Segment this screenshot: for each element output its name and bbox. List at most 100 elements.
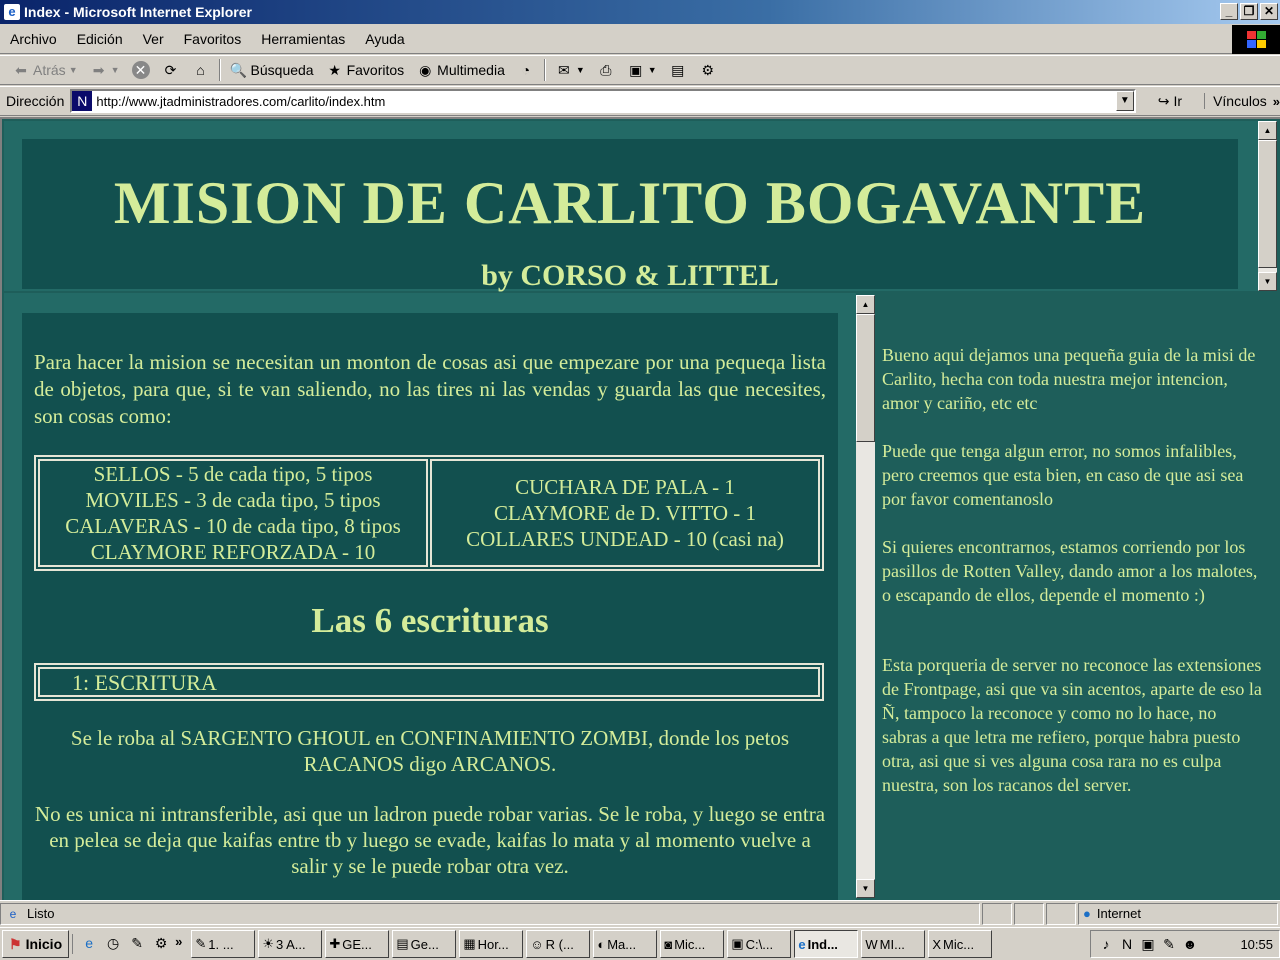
task-icon: ☀ [262, 936, 275, 951]
scroll-thumb[interactable] [856, 314, 875, 442]
search-icon: 🔍 [229, 62, 248, 78]
forward-dropdown-icon[interactable]: ▼ [111, 65, 120, 75]
task-icon: ◙ [664, 936, 673, 952]
print-icon: ⎙ [600, 62, 612, 78]
address-field[interactable]: N ▼ [70, 89, 1136, 113]
back-dropdown-icon[interactable]: ▼ [69, 65, 78, 75]
intro-text: Para hacer la mision se necesitan un mon… [34, 350, 826, 428]
network-icon[interactable]: ▣ [1139, 935, 1157, 953]
minimize-button[interactable]: _ [1220, 3, 1238, 20]
links-chevron-icon[interactable]: » [1273, 94, 1280, 109]
favorites-label: Favoritos [346, 62, 405, 78]
address-input[interactable] [96, 93, 1117, 109]
escritura-paragraph-2: No es unica ni intransferible, asi que u… [34, 802, 826, 878]
taskbar-item[interactable]: ☀ 3 A... [258, 930, 323, 958]
go-button[interactable]: ↪ Ir [1136, 93, 1192, 110]
network-quicklaunch-icon[interactable]: ⚙ [151, 934, 171, 954]
refresh-button[interactable]: ⟳ [156, 57, 186, 83]
taskbar-item[interactable]: ▤ Ge... [392, 930, 457, 958]
quicklaunch-chevron-icon[interactable]: » [175, 934, 182, 954]
page-viewport: MISION DE CARLITO BOGAVANTE by CORSO & L… [0, 117, 1280, 900]
list-item: CLAYMORE REFORZADA - 10 [90, 540, 376, 564]
scroll-up-arrow-icon[interactable]: ▲ [856, 295, 875, 314]
escritura-header: 1: ESCRITURA [34, 663, 824, 701]
antivirus-icon[interactable]: N [1118, 935, 1136, 953]
window-title: Index - Microsoft Internet Explorer [24, 4, 252, 20]
ie-icon: e [4, 4, 20, 20]
messenger-tray-icon[interactable]: ☻ [1181, 935, 1199, 953]
mail-button[interactable]: ✉ ▼ [549, 57, 591, 83]
taskbar-item-active[interactable]: e Ind... [794, 930, 859, 958]
sidebar-paragraph: Puede que tenga algun error, no somos in… [882, 441, 1244, 509]
items-cell-left: SELLOS - 5 de cada tipo, 5 tipos MOVILES… [38, 459, 428, 567]
tool-tray-icon[interactable]: ✎ [1160, 935, 1178, 953]
task-icon: ▤ [396, 936, 409, 951]
taskbar-item[interactable]: ◐ Ma... [593, 930, 658, 958]
task-icon: e [798, 936, 806, 952]
taskbar-item[interactable]: W MI... [861, 930, 926, 958]
history-button[interactable]: ◔ [511, 57, 541, 83]
go-label: Ir [1173, 93, 1183, 109]
taskbar-item[interactable]: ☺ R (... [526, 930, 591, 958]
content-scrollbar[interactable]: ▲ ▼ [856, 295, 875, 898]
clock-quicklaunch-icon[interactable]: ◷ [103, 934, 123, 954]
home-button[interactable]: ⌂ [186, 57, 216, 83]
maximize-button[interactable]: ❐ [1240, 3, 1258, 20]
mail-icon: ✉ [558, 62, 570, 78]
task-icon: ◐ [597, 936, 606, 952]
taskbar-item[interactable]: X Mic... [928, 930, 993, 958]
windows-logo-icon [1232, 25, 1280, 54]
search-button[interactable]: 🔍 Búsqueda [224, 57, 320, 83]
header-frame: MISION DE CARLITO BOGAVANTE by CORSO & L… [4, 121, 1260, 292]
page-subtitle: by CORSO & LITTEL [481, 259, 779, 292]
history-icon: ◔ [521, 62, 531, 78]
links-button[interactable]: Vínculos [1204, 93, 1267, 109]
start-button[interactable]: ⚑ Inicio [2, 930, 70, 958]
discuss-button[interactable]: ▤ [663, 57, 693, 83]
close-button[interactable]: ✕ [1260, 3, 1278, 20]
taskbar-item[interactable]: ◙ Mic... [660, 930, 725, 958]
volume-icon[interactable]: ♪ [1097, 935, 1115, 953]
address-dropdown-icon[interactable]: ▼ [1115, 91, 1134, 111]
messenger-button[interactable]: ⚙ [693, 57, 723, 83]
clock[interactable]: 10:55 [1240, 937, 1273, 952]
media-button[interactable]: ◉ Multimedia [410, 57, 511, 83]
scroll-up-arrow-icon[interactable]: ▲ [1258, 121, 1277, 140]
edit-button[interactable]: ▣ ▼ [621, 57, 663, 83]
status-bar: e Listo ● Internet [0, 900, 1280, 926]
search-label: Búsqueda [250, 62, 314, 78]
ie-quicklaunch-icon[interactable]: e [79, 934, 99, 954]
taskbar-item[interactable]: ✚ GE... [325, 930, 390, 958]
page-icon: N [72, 91, 93, 111]
scroll-down-arrow-icon[interactable]: ▼ [1258, 272, 1277, 291]
taskbar-item[interactable]: ✎ 1. ... [191, 930, 256, 958]
stop-button[interactable]: ✕ [126, 57, 156, 83]
stop-icon: ✕ [131, 61, 150, 79]
menu-bar: Archivo Edición Ver Favoritos Herramient… [0, 24, 1280, 54]
menu-herramientas[interactable]: Herramientas [251, 31, 355, 47]
back-button[interactable]: ⬅ Atrás ▼ [6, 57, 84, 83]
taskbar-item[interactable]: ▦ Hor... [459, 930, 524, 958]
menu-archivo[interactable]: Archivo [0, 31, 67, 47]
menu-ayuda[interactable]: Ayuda [355, 31, 414, 47]
items-table: SELLOS - 5 de cada tipo, 5 tipos MOVILES… [34, 455, 824, 571]
list-item: CLAYMORE de D. VITTO - 1 [493, 501, 757, 525]
taskbar-item[interactable]: ▣ C:\... [727, 930, 792, 958]
task-icon: ✎ [195, 936, 207, 951]
task-icon: ▣ [731, 936, 744, 951]
favorites-button[interactable]: ★ Favoritos [320, 57, 411, 83]
sidebar-frame: Bueno aqui dejamos una pequeña guia de l… [876, 293, 1278, 900]
menu-favoritos[interactable]: Favoritos [174, 31, 252, 47]
menu-ver[interactable]: Ver [133, 31, 174, 47]
scroll-down-arrow-icon[interactable]: ▼ [856, 879, 875, 898]
forward-button[interactable]: ➡ ▼ [84, 57, 126, 83]
scroll-thumb[interactable] [1258, 140, 1277, 268]
menu-edicion[interactable]: Edición [67, 31, 133, 47]
print-button[interactable]: ⎙ [591, 57, 621, 83]
sidebar-paragraph: Si quieres encontrarnos, estamos corrien… [882, 537, 1258, 605]
list-item: CALAVERAS - 10 de cada tipo, 8 tipos [65, 514, 401, 538]
taskbar: ⚑ Inicio e ◷ ✎ ⚙ » ✎ 1. ... ☀ 3 A... ✚ GE..… [0, 927, 1280, 960]
header-scrollbar[interactable]: ▲ ▼ [1258, 121, 1277, 291]
tool-quicklaunch-icon[interactable]: ✎ [127, 934, 147, 954]
edit-icon: ▣ [629, 62, 643, 78]
